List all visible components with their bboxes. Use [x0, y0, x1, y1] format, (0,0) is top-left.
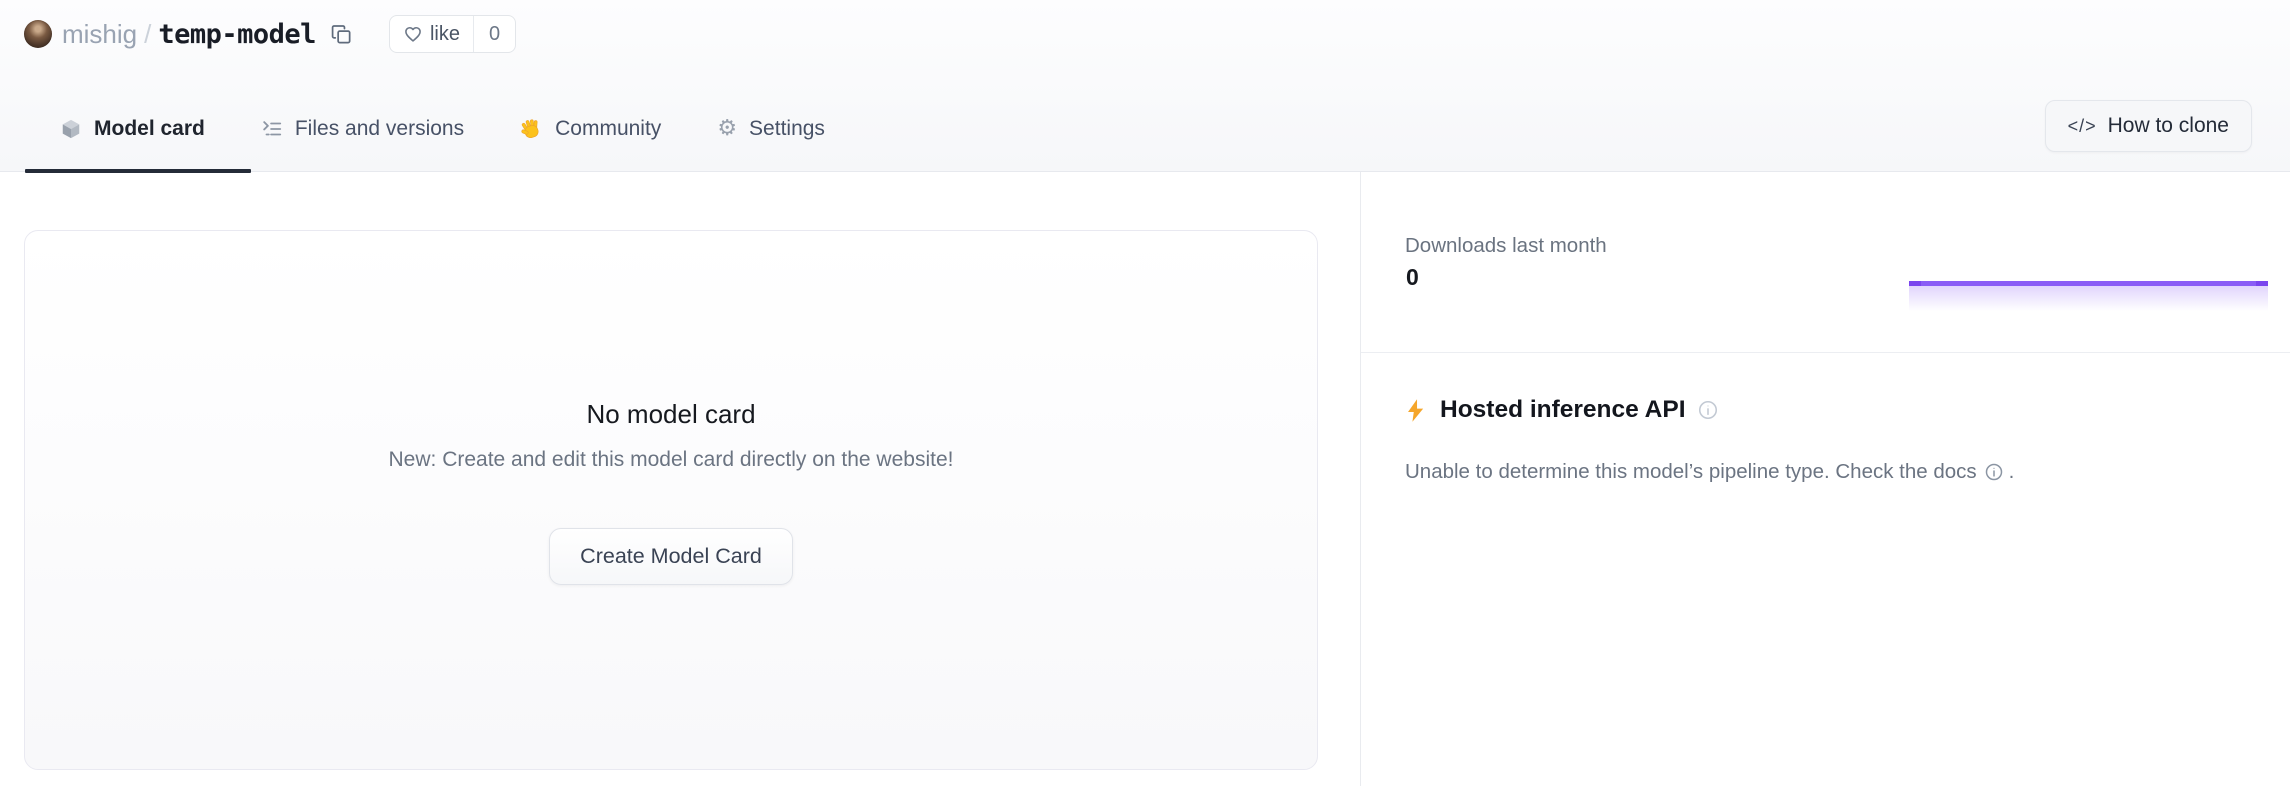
info-icon[interactable]	[1697, 399, 1719, 421]
like-button[interactable]: like	[390, 16, 473, 52]
tab-label: Settings	[749, 117, 825, 141]
breadcrumb-separator: /	[144, 19, 151, 50]
hosted-inference-title: Hosted inference API	[1440, 396, 1686, 424]
avatar[interactable]	[24, 20, 52, 48]
like-widget: like 0	[389, 15, 516, 53]
tab-community[interactable]: Community	[520, 117, 661, 141]
content-vertical-divider	[1360, 172, 1361, 786]
tab-label: Model card	[94, 117, 205, 141]
sparkline-gradient-fill	[1909, 286, 2268, 311]
how-to-clone-label: How to clone	[2108, 114, 2229, 138]
copy-icon[interactable]	[330, 23, 353, 46]
downloads-value: 0	[1406, 264, 1419, 291]
pipeline-warning-message: Unable to determine this model’s pipelin…	[1405, 460, 2014, 484]
page-header: mishig / temp-model like 0	[0, 0, 2290, 172]
tab-label: Files and versions	[295, 117, 464, 141]
like-count[interactable]: 0	[473, 16, 515, 52]
tab-bar: Model card Files and versions	[60, 88, 825, 170]
tab-label: Community	[555, 117, 661, 141]
tab-model-card[interactable]: Model card	[60, 117, 205, 141]
tab-files-and-versions[interactable]: Files and versions	[261, 117, 464, 141]
tab-settings[interactable]: ⚙ Settings	[717, 117, 825, 141]
heart-icon	[403, 24, 423, 44]
code-icon: </>	[2068, 116, 2097, 137]
sidebar-section-divider	[1361, 352, 2290, 353]
model-page: mishig / temp-model like 0	[0, 0, 2290, 786]
pipeline-warning-period: .	[2009, 460, 2015, 483]
model-name: temp-model	[158, 19, 316, 50]
active-tab-underline	[25, 169, 251, 173]
hosted-inference-header: Hosted inference API	[1404, 396, 1719, 424]
how-to-clone-button[interactable]: </> How to clone	[2045, 100, 2252, 152]
downloads-label: Downloads last month	[1405, 234, 1607, 258]
downloads-sparkline-chart	[1909, 279, 2268, 311]
like-label: like	[430, 23, 460, 46]
cube-icon	[60, 118, 82, 140]
no-model-card-panel: No model card New: Create and edit this …	[24, 230, 1318, 770]
pipeline-warning-text: Unable to determine this model’s pipelin…	[1405, 460, 1977, 483]
create-model-card-button[interactable]: Create Model Card	[549, 528, 793, 585]
no-model-card-title: No model card	[586, 399, 755, 430]
waving-hand-icon	[520, 118, 543, 141]
breadcrumb: mishig / temp-model like 0	[24, 12, 516, 56]
files-list-icon	[261, 118, 283, 140]
gear-icon: ⚙	[717, 118, 737, 140]
lightning-bolt-icon	[1404, 397, 1427, 424]
no-model-card-subtitle: New: Create and edit this model card dir…	[389, 448, 954, 472]
docs-info-icon[interactable]	[1984, 462, 2004, 482]
owner-link[interactable]: mishig	[62, 19, 137, 50]
